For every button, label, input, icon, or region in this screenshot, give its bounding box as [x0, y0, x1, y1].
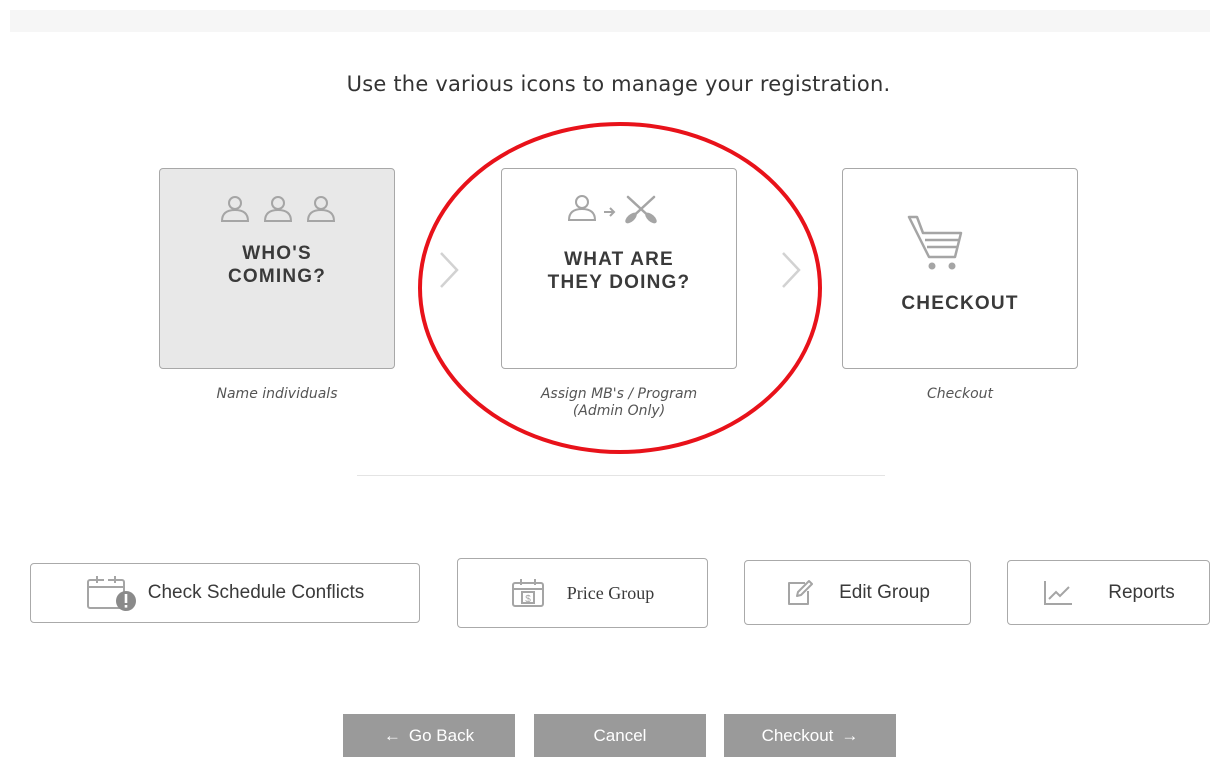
reports-button[interactable]: Reports [1007, 560, 1210, 625]
chevron-right-icon [440, 252, 459, 288]
calendar-warning-icon [86, 576, 136, 611]
step-title-line1: WHAT ARE [564, 249, 674, 270]
edit-group-label: Edit Group [839, 581, 930, 603]
price-group-button[interactable]: $ Price Group [457, 558, 708, 628]
calendar-dollar-icon: $ [511, 579, 544, 607]
section-divider [357, 475, 885, 476]
svg-text:$: $ [525, 594, 531, 605]
step-caption-line1: Assign MB's / Program [540, 386, 698, 402]
step-title: CHECKOUT [901, 293, 1019, 314]
step-caption-checkout: Checkout [927, 386, 993, 402]
checkout-label: Checkout [761, 725, 834, 745]
top-banner-strip [10, 10, 1210, 32]
chevron-right-icon [782, 252, 801, 288]
go-back-button[interactable]: ← Go Back [343, 714, 515, 757]
step-checkout[interactable]: CHECKOUT [842, 168, 1078, 369]
cancel-button[interactable]: Cancel [534, 714, 706, 757]
step-what-are-they-doing[interactable]: WHAT ARE THEY DOING? [501, 168, 737, 369]
instructions-text: Use the various icons to manage your reg… [346, 72, 891, 96]
arrow-left-icon: ← [383, 725, 401, 745]
check-schedule-conflicts-label: Check Schedule Conflicts [147, 582, 365, 603]
reports-label: Reports [1108, 581, 1175, 603]
step-caption-what-are-they-doing: Assign MB's / Program (Admin Only) [501, 386, 737, 420]
go-back-label: Go Back [408, 725, 475, 745]
shopping-cart-icon [907, 215, 963, 270]
step-title-line2: COMING? [227, 266, 327, 287]
person-to-paddles-icon [567, 195, 657, 224]
people-group-icon [220, 196, 336, 222]
step-title-line2: THEY DOING? [547, 272, 691, 293]
price-group-label: Price Group [566, 582, 655, 603]
check-schedule-conflicts-button[interactable]: Check Schedule Conflicts [30, 563, 420, 623]
step-caption-whos-coming: Name individuals [216, 386, 338, 402]
cancel-label: Cancel [593, 725, 647, 745]
arrow-right-icon: → [841, 725, 859, 745]
step-whos-coming[interactable]: WHO'S COMING? [159, 168, 395, 369]
step-title-line1: WHO'S [242, 243, 312, 264]
line-chart-icon [1044, 580, 1073, 605]
step-caption-line2: (Admin Only) [572, 403, 666, 419]
edit-group-button[interactable]: Edit Group [744, 560, 971, 625]
checkout-button[interactable]: Checkout → [724, 714, 896, 757]
edit-pencil-icon [788, 579, 814, 605]
